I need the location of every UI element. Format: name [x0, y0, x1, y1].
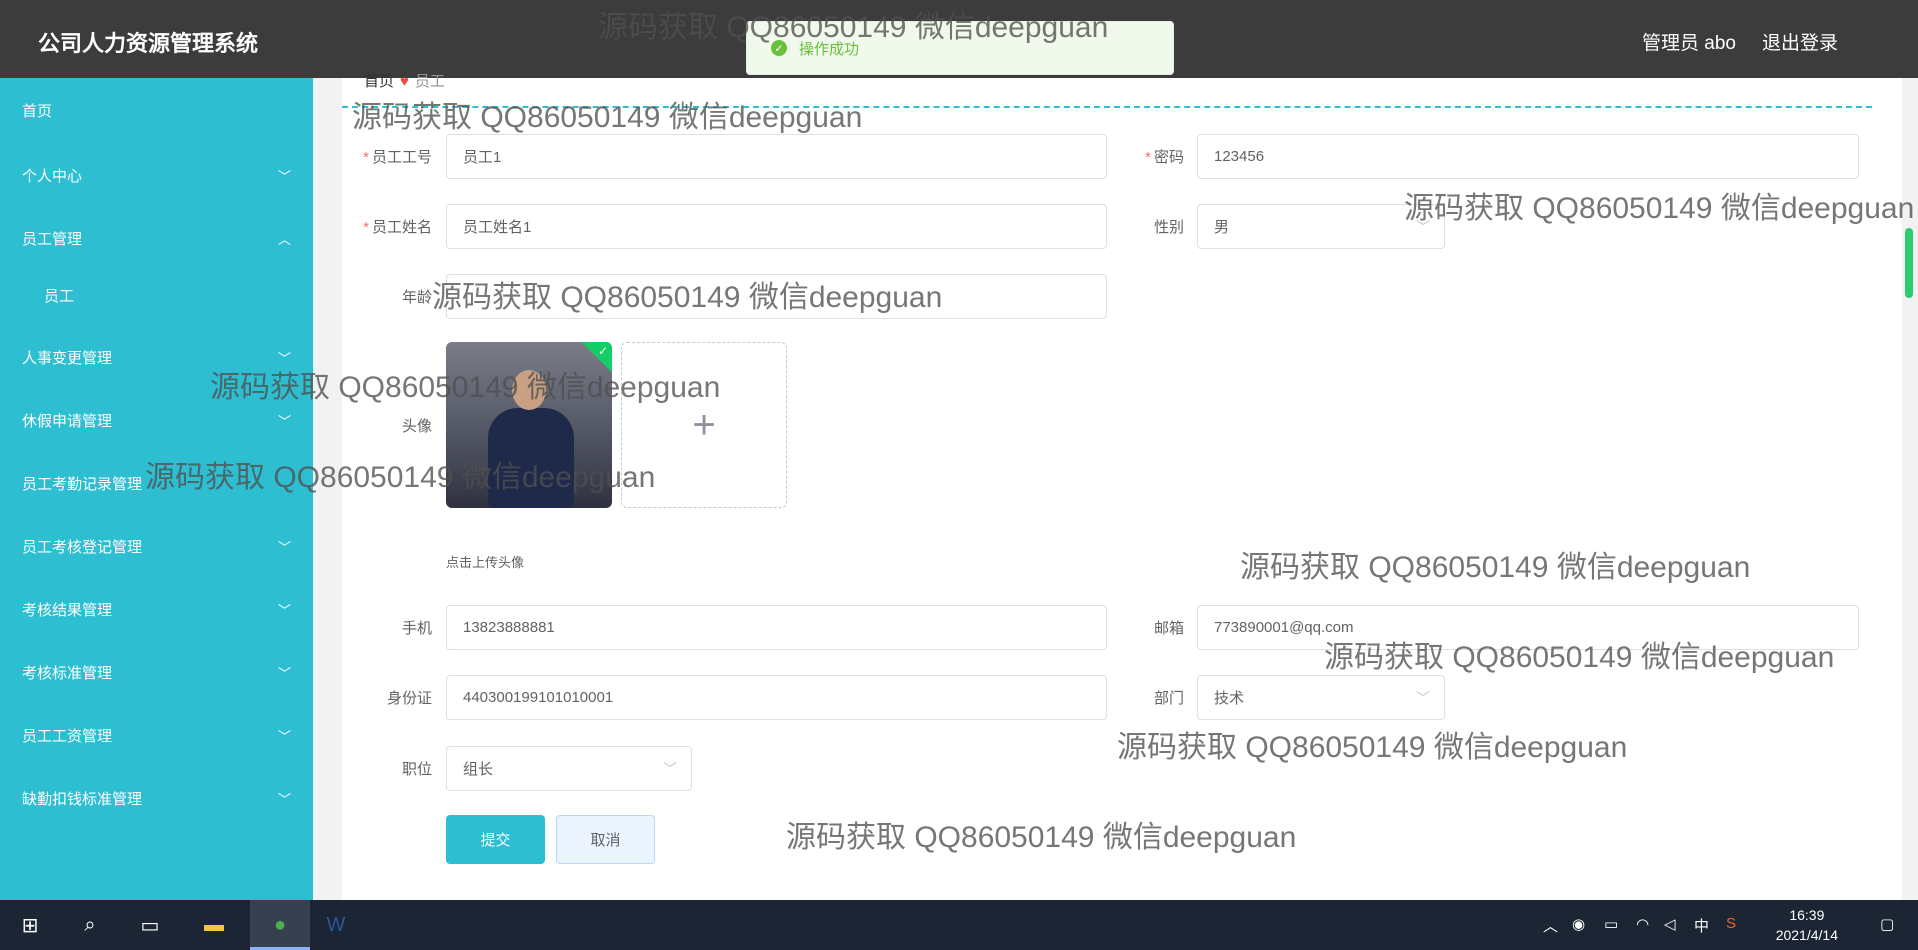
- id-card-label: 身份证: [386, 690, 432, 707]
- position-label: 职位: [401, 761, 432, 778]
- gender-label: 性别: [1153, 219, 1184, 236]
- sidebar-item-employee-mgmt[interactable]: 员工管理 ︿: [0, 218, 313, 258]
- tray-chevron-up-icon[interactable]: ︿: [1543, 915, 1558, 936]
- sidebar-item-leave[interactable]: 休假申请管理 ﹀: [0, 400, 313, 440]
- sogou-icon[interactable]: S: [1726, 915, 1736, 932]
- sidebar-item-label: 个人中心: [22, 167, 83, 185]
- emp-no-label: * 员工工号: [363, 149, 432, 166]
- watermark: 源码获取 QQ86050149 微信deepguan: [145, 461, 656, 494]
- sidebar-item-assessment-result[interactable]: 考核结果管理 ﹀: [0, 589, 313, 629]
- notification-icon[interactable]: ▢: [1880, 915, 1894, 933]
- sidebar-item-label: 员工管理: [22, 230, 83, 248]
- sidebar-item-label: 员工工资管理: [22, 727, 113, 745]
- watermark: 源码获取 QQ86050149 微信deepguan: [1324, 641, 1835, 674]
- word-icon[interactable]: W: [320, 909, 352, 941]
- watermark: 源码获取 QQ86050149 微信deepguan: [786, 821, 1297, 854]
- phone-label: 手机: [401, 620, 432, 637]
- sidebar-item-label: 人事变更管理: [22, 349, 113, 367]
- header-actions: 管理员 abo 退出登录: [1642, 28, 1838, 55]
- chevron-down-icon: ﹀: [277, 540, 291, 555]
- sidebar-item-label: 员工考勤记录管理: [22, 475, 143, 493]
- dept-select[interactable]: 技术 ﹀: [1197, 675, 1445, 720]
- emp-no-field[interactable]: 员工1: [446, 134, 1107, 179]
- emp-name-label: * 员工姓名: [363, 219, 432, 236]
- file-explorer-icon[interactable]: ▬: [198, 909, 230, 941]
- chevron-down-icon: ﹀: [277, 666, 291, 681]
- sidebar-item-label: 考核标准管理: [22, 664, 113, 682]
- ime-indicator[interactable]: 中: [1694, 915, 1709, 936]
- logout-link[interactable]: 退出登录: [1762, 28, 1838, 55]
- chevron-down-icon: ﹀: [1416, 690, 1430, 706]
- check-icon: ✓: [597, 344, 608, 358]
- heart-icon: ♥: [400, 73, 409, 90]
- sidebar-item-label: 员工: [44, 287, 75, 305]
- password-field[interactable]: 123456: [1197, 134, 1859, 179]
- avatar-label: 头像: [401, 418, 432, 435]
- task-view-icon[interactable]: ▭: [134, 909, 166, 941]
- windows-start-icon[interactable]: ⊞: [14, 909, 46, 941]
- volume-icon[interactable]: ◁: [1664, 915, 1676, 933]
- app-title: 公司人力资源管理系统: [38, 31, 259, 56]
- sidebar-item-label: 员工考核登记管理: [22, 538, 143, 556]
- position-select[interactable]: 组长 ﹀: [446, 746, 692, 791]
- sidebar-item-assessment-standard[interactable]: 考核标准管理 ﹀: [0, 652, 313, 692]
- chevron-down-icon: ﹀: [277, 603, 291, 618]
- watermark: 源码获取 QQ86050149 微信deepguan: [352, 101, 863, 134]
- sidebar-item-label: 考核结果管理: [22, 601, 113, 619]
- watermark: 源码获取 QQ86050149 微信deepguan: [1240, 551, 1751, 584]
- email-label: 邮箱: [1153, 620, 1184, 637]
- breadcrumb: 首页 ♥ 员工: [364, 70, 445, 91]
- chrome-icon[interactable]: ●: [264, 909, 296, 941]
- sidebar-item-home[interactable]: 首页: [0, 90, 313, 130]
- submit-button[interactable]: 提交: [446, 815, 545, 864]
- battery-icon[interactable]: ▭: [1604, 915, 1618, 933]
- avatar-hint: 点击上传头像: [446, 555, 525, 570]
- dept-label: 部门: [1153, 690, 1184, 707]
- breadcrumb-home[interactable]: 首页: [364, 73, 394, 90]
- chevron-down-icon: ﹀: [277, 414, 291, 429]
- plus-icon: +: [692, 402, 716, 447]
- age-label: 年龄: [401, 289, 432, 306]
- search-icon[interactable]: ⌕: [74, 909, 106, 941]
- taskbar: ⊞ ⌕ ▭ ▬ ● W ︿ ◉ ▭ ◠ ◁ 中 S 16:39 2021/4/1…: [0, 900, 1918, 950]
- clock-date: 2021/4/14: [1775, 927, 1838, 943]
- sidebar-item-absence-deduction[interactable]: 缺勤扣钱标准管理 ﹀: [0, 778, 313, 818]
- user-name[interactable]: 管理员 abo: [1642, 28, 1736, 55]
- watermark: 源码获取 QQ86050149 微信deepguan: [1404, 192, 1915, 225]
- emp-name-field[interactable]: 员工姓名1: [446, 204, 1107, 249]
- sidebar-item-assessment-register[interactable]: 员工考核登记管理 ﹀: [0, 526, 313, 566]
- chevron-down-icon: ﹀: [277, 169, 291, 184]
- qq-icon[interactable]: ◉: [1572, 915, 1585, 933]
- clock-time: 16:39: [1789, 907, 1825, 923]
- chevron-up-icon: ︿: [277, 232, 291, 247]
- sidebar-item-label: 缺勤扣钱标准管理: [22, 790, 143, 808]
- watermark: 源码获取 QQ86050149 微信deepguan: [210, 371, 721, 404]
- chevron-down-icon: ﹀: [277, 792, 291, 807]
- watermark: 源码获取 QQ86050149 微信deepguan: [1117, 731, 1628, 764]
- taskbar-clock[interactable]: 16:39 2021/4/14: [1776, 905, 1838, 945]
- sidebar-item-label: 休假申请管理: [22, 412, 113, 430]
- sidebar-item-employee[interactable]: 员工: [0, 275, 313, 315]
- id-card-field[interactable]: 440300199101010001: [446, 675, 1107, 720]
- wifi-icon[interactable]: ◠: [1636, 915, 1649, 933]
- scrollbar-thumb[interactable]: [1905, 228, 1913, 298]
- cancel-button[interactable]: 取消: [556, 815, 655, 864]
- chevron-down-icon: ﹀: [663, 761, 677, 777]
- phone-field[interactable]: 13823888881: [446, 605, 1107, 650]
- password-label: * 密码: [1145, 149, 1184, 166]
- breadcrumb-current: 员工: [414, 73, 445, 90]
- sidebar-item-label: 首页: [22, 102, 53, 120]
- sidebar-item-personal-center[interactable]: 个人中心 ﹀: [0, 155, 313, 195]
- sidebar-item-salary[interactable]: 员工工资管理 ﹀: [0, 715, 313, 755]
- watermark: 源码获取 QQ86050149 微信deepguan: [432, 281, 943, 314]
- chevron-down-icon: ﹀: [277, 729, 291, 744]
- watermark: 源码获取 QQ86050149 微信deepguan: [598, 11, 1109, 44]
